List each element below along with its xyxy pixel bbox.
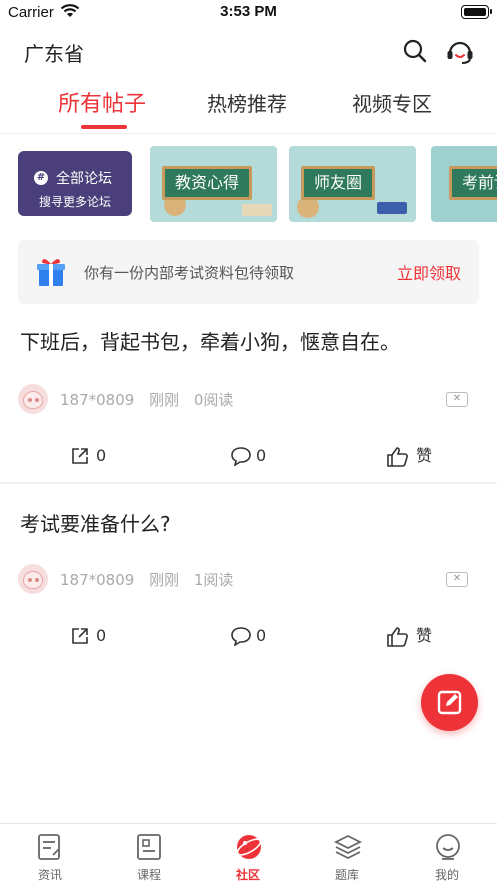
tab-all-posts[interactable]: 所有帖子 [58,86,146,118]
nav-item-profile[interactable]: 我的 [412,824,482,883]
post-card[interactable]: 下班后，背起书包，牵着小狗，惬意自在。 187*0809 刚刚 0阅读 ✕ 0 … [0,320,497,486]
like-label: 赞 [416,626,433,645]
share-count: 0 [96,446,107,465]
nav-item-course[interactable]: 课程 [114,824,184,883]
course-icon [137,834,161,860]
post-username: 187*0809 [60,571,135,589]
tab-bar: 所有帖子 热榜推荐 视频专区 [0,88,497,134]
divider [0,133,497,134]
thumbs-up-icon [387,447,408,467]
avatar[interactable] [18,564,48,594]
status-bar: Carrier 3:53 PM [0,0,497,26]
edit-icon [437,690,462,715]
nav-item-community[interactable]: 社区 [213,824,283,883]
post-title[interactable]: 考试要准备什么? [20,508,171,537]
forum-card-label: 教资心得 [162,166,253,200]
post-username: 187*0809 [60,391,135,409]
promo-text: 你有一份内部考试资料包待领取 [84,264,295,282]
nav-item-question-bank[interactable]: 题库 [312,824,382,883]
forum-card-teaching[interactable]: 教资心得 [150,146,277,222]
share-icon [72,448,88,464]
news-icon [38,834,60,860]
post-time: 刚刚 [149,571,180,589]
all-forums-subtitle: 搜寻更多论坛 [38,195,111,209]
nav-label: 社区 [235,868,260,882]
book-icon [242,204,272,216]
comment-count: 0 [256,446,267,465]
person-figure-icon [377,202,407,214]
share-count: 0 [96,626,107,645]
all-forums-title: 全部论坛 [56,171,112,187]
post-title[interactable]: 下班后，背起书包，牵着小狗，惬意自在。 [20,326,400,355]
post-divider [0,482,497,484]
battery-icon [461,5,492,19]
post-reads: 0阅读 [193,391,234,409]
like-label: 赞 [416,446,433,465]
compose-post-button[interactable] [421,674,478,731]
post-meta: 187*0809 刚刚 1阅读 [60,569,243,590]
all-forums-button[interactable]: # 全部论坛 搜寻更多论坛 [18,151,132,216]
bottom-nav: 资讯 课程 社区 题库 我的 [0,823,497,883]
search-icon[interactable] [402,38,428,64]
post-reads: 1阅读 [193,571,234,589]
forum-card-teacher-friends[interactable]: 师友圈 [289,146,416,222]
tab-hot-list[interactable]: 热榜推荐 [207,88,287,117]
thumbs-up-icon [387,627,408,647]
clock: 3:53 PM [220,3,277,20]
claim-now-link[interactable]: 立即领取 [397,260,461,284]
question-bank-icon [334,834,362,860]
nav-item-news[interactable]: 资讯 [15,824,85,883]
comment-icon [231,627,251,646]
tab-indicator [81,125,127,129]
forum-carousel: # 全部论坛 搜寻更多论坛 教资心得 师友圈 考前诉 [0,146,497,222]
post-meta: 187*0809 刚刚 0阅读 [60,389,243,410]
province-selector[interactable]: 广东省 [24,38,84,67]
forum-card-label: 考前诉 [449,166,497,200]
dismiss-icon[interactable]: ✕ [446,392,468,407]
comment-icon [231,447,251,466]
tab-video-zone[interactable]: 视频专区 [352,88,432,117]
comment-count: 0 [256,626,267,645]
nav-label: 题库 [334,868,359,882]
promo-banner[interactable]: 你有一份内部考试资料包待领取 立即领取 [18,240,479,304]
nav-label: 资讯 [37,868,62,882]
forum-card-label: 师友圈 [301,166,376,200]
post-actions: 0 0 赞 [0,444,497,474]
post-card[interactable]: 考试要准备什么? 187*0809 刚刚 1阅读 ✕ 0 0 赞 [0,500,497,666]
hash-icon: # [34,171,48,185]
post-time: 刚刚 [149,391,180,409]
forum-card-exam[interactable]: 考前诉 [431,146,497,222]
gift-icon [37,259,65,286]
profile-icon [436,834,460,860]
header: 广东省 [0,30,497,74]
community-icon [236,835,262,859]
avatar[interactable] [18,384,48,414]
dismiss-icon[interactable]: ✕ [446,572,468,587]
nav-label: 我的 [434,868,459,882]
share-icon [72,628,88,644]
nav-label: 课程 [136,868,161,882]
post-actions: 0 0 赞 [0,624,497,654]
customer-service-icon[interactable] [445,38,475,66]
